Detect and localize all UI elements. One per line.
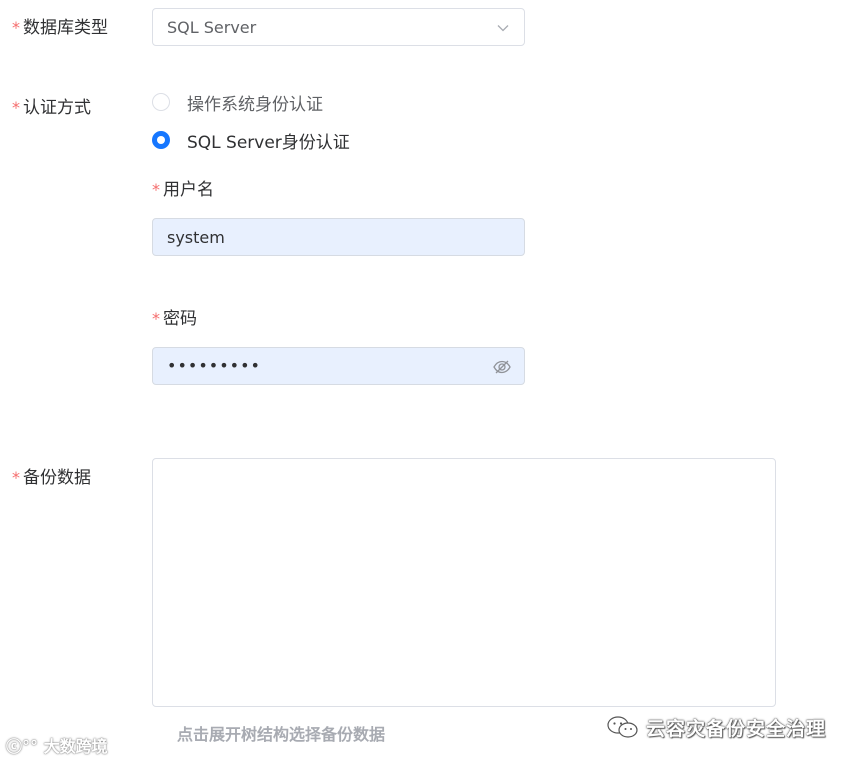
required-mark: *	[12, 18, 20, 37]
radio-os-auth-label: 操作系统身份认证	[187, 94, 323, 115]
backup-data-hint[interactable]: 点击展开树结构选择备份数据	[177, 721, 385, 745]
radio-os-auth-dot[interactable]	[152, 93, 170, 111]
watermark-left-logo: ⓒ°°	[6, 737, 39, 756]
radio-os-auth[interactable]: 操作系统身份认证	[152, 90, 323, 115]
username-value: system	[167, 228, 225, 247]
auth-method-label: * 认证方式	[12, 98, 91, 118]
db-type-select[interactable]: SQL Server	[152, 8, 525, 46]
backup-data-label: * 备份数据	[12, 468, 91, 488]
required-mark: *	[152, 180, 160, 199]
eye-hidden-icon[interactable]	[492, 357, 512, 377]
backup-config-form: * 数据库类型 SQL Server * 认证方式 操作系统身份认证 SQL Ser…	[0, 0, 863, 762]
required-mark: *	[152, 309, 160, 328]
username-label: * 用户名	[152, 180, 214, 200]
radio-sql-auth[interactable]: SQL Server身份认证	[152, 128, 350, 153]
radio-sql-auth-label: SQL Server身份认证	[187, 132, 350, 153]
db-type-value: SQL Server	[167, 18, 257, 37]
required-mark: *	[12, 468, 20, 487]
password-label: * 密码	[152, 309, 197, 329]
watermark-left-text: 大数跨境	[43, 737, 108, 756]
watermark-right: 云容灾备份安全治理	[606, 714, 826, 740]
wechat-icon	[607, 716, 638, 738]
password-value: •••••••••	[167, 356, 261, 375]
password-input[interactable]: •••••••••	[152, 347, 525, 385]
radio-sql-auth-dot[interactable]	[152, 131, 170, 149]
backup-data-tree-box[interactable]	[152, 458, 776, 707]
db-type-label: * 数据库类型	[12, 18, 108, 38]
watermark-right-text: 云容灾备份安全治理	[646, 717, 827, 740]
required-mark: *	[12, 98, 20, 117]
watermark-left: ⓒ°° 大数跨境	[6, 733, 108, 757]
chevron-down-icon	[497, 25, 509, 32]
username-input[interactable]: system	[152, 218, 525, 256]
